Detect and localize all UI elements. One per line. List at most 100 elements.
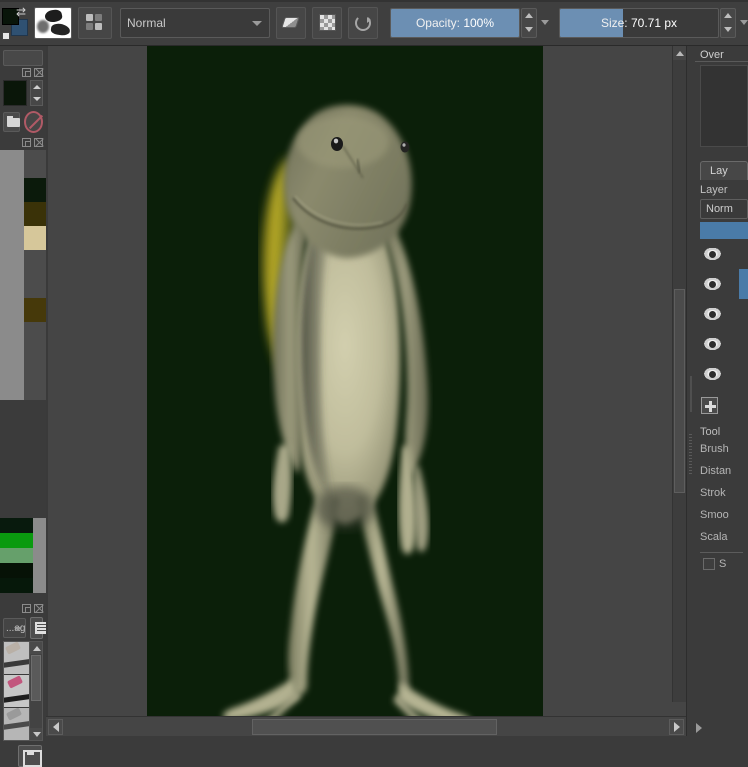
close-brush-presets-icon[interactable]	[34, 603, 43, 613]
scroll-up-icon[interactable]	[673, 46, 687, 60]
layer-blend-mode-value: Norm	[706, 203, 733, 215]
canvas-area[interactable]	[46, 46, 687, 736]
palette-swatch[interactable]	[24, 226, 46, 250]
visibility-eye-icon[interactable]	[703, 307, 722, 321]
opacity-slider[interactable]: Opacity: 100%	[390, 7, 520, 38]
pattern-chooser-button[interactable]	[78, 6, 112, 39]
reset-colors-icon[interactable]	[2, 31, 10, 40]
layer-row[interactable]	[695, 269, 748, 299]
scroll-left-icon[interactable]	[48, 719, 63, 735]
checkerboard-icon	[318, 14, 336, 31]
palette-swatch[interactable]	[24, 298, 46, 322]
opacity-value: 100%	[463, 15, 495, 30]
current-color-row	[0, 78, 46, 108]
size-options-chevron-icon[interactable]	[740, 20, 748, 25]
tool-option-row[interactable]: Smoo	[695, 504, 748, 526]
vertical-scrollbar-thumb[interactable]	[674, 289, 685, 493]
artboard[interactable]	[147, 46, 543, 717]
blending-mode-dropdown[interactable]: Normal	[120, 7, 270, 38]
dock-expand-icon[interactable]	[696, 723, 702, 733]
right-dock-splitter[interactable]	[687, 46, 695, 736]
chevron-down-icon	[14, 627, 23, 631]
list-view-icon[interactable]	[30, 617, 48, 639]
brush-preset-preview[interactable]	[34, 6, 72, 39]
scrollbar-thumb[interactable]	[31, 655, 41, 701]
tool-options-title: Tool	[700, 426, 721, 438]
close-palette-icon[interactable]	[34, 137, 43, 147]
brush-presets-toolbar: ...ag	[0, 614, 48, 641]
layer-row[interactable]	[695, 299, 748, 329]
swap-colors-icon[interactable]: ⇄	[16, 6, 29, 19]
brush-list-scrollbar[interactable]	[29, 642, 42, 740]
opacity-stepper[interactable]	[521, 7, 537, 38]
size-stepper[interactable]	[720, 7, 736, 38]
color-actions-row	[0, 108, 46, 136]
palette-docker[interactable]	[0, 150, 46, 400]
layer-opacity-bar[interactable]	[700, 222, 748, 239]
visibility-eye-icon[interactable]	[703, 277, 722, 291]
tool-option-row[interactable]: Brush	[695, 438, 748, 460]
palette-docker-greens[interactable]	[0, 518, 46, 593]
scroll-right-icon[interactable]	[669, 719, 684, 735]
opacity-options-chevron-icon[interactable]	[541, 20, 549, 25]
tool-option-row[interactable]: Distan	[695, 460, 748, 482]
add-layer-icon[interactable]	[701, 397, 718, 414]
palette-swatch-green[interactable]	[0, 533, 33, 548]
float-panel-icon[interactable]	[22, 67, 31, 77]
scroll-down-icon[interactable]	[30, 728, 42, 740]
canvas-left-edge	[46, 46, 48, 736]
tool-option-row[interactable]: Strok	[695, 482, 748, 504]
brush-stroke-dark-2	[50, 22, 71, 36]
brush-presets-dock: ...ag	[0, 602, 48, 767]
layer-blend-mode-dropdown[interactable]: Norm	[700, 199, 748, 219]
palette-swatch-green[interactable]	[0, 518, 33, 533]
tab-layers[interactable]: Lay	[700, 161, 748, 180]
layer-row[interactable]	[695, 329, 748, 359]
brush-stroke-soft	[37, 19, 49, 33]
brush-tip-preview	[5, 708, 23, 721]
brush-preset-list[interactable]	[3, 641, 43, 741]
brush-toolbar: ⇄ Normal Opacity: 100% Size: 70.71 px	[0, 0, 748, 46]
tool-options-panel: Tool Brush Distan Strok Smoo Scala S	[695, 426, 748, 570]
visibility-eye-icon[interactable]	[703, 367, 722, 381]
tab-overview[interactable]: Over	[695, 46, 748, 62]
float-brush-presets-icon[interactable]	[22, 603, 31, 613]
canvas-vertical-scrollbar[interactable]	[672, 46, 687, 716]
palette-swatch[interactable]	[24, 178, 46, 202]
palette-swatch-green[interactable]	[0, 578, 33, 593]
visibility-eye-icon[interactable]	[703, 247, 722, 261]
float-palette-icon[interactable]	[22, 137, 31, 147]
brush-tag-dropdown[interactable]: ...ag	[3, 618, 27, 638]
tool-option-checkbox-row[interactable]: S	[695, 553, 748, 570]
horizontal-scrollbar-thumb[interactable]	[252, 719, 497, 735]
size-slider-label: Size: 70.71 px	[560, 16, 718, 30]
canvas-horizontal-scrollbar[interactable]	[46, 716, 686, 736]
palette-swatch-green[interactable]	[0, 548, 33, 563]
tool-option-row[interactable]: Scala	[695, 526, 748, 548]
no-color-icon[interactable]	[24, 111, 43, 133]
eraser-toggle-button[interactable]	[276, 6, 306, 39]
palette-swatch-green[interactable]	[0, 563, 33, 578]
reload-preset-button[interactable]	[348, 6, 378, 39]
layer-row[interactable]	[695, 239, 748, 269]
blending-mode-value: Normal	[127, 15, 166, 30]
save-preset-icon[interactable]	[18, 745, 42, 767]
layer-row[interactable]	[695, 359, 748, 389]
current-color-swatch[interactable]	[3, 80, 27, 106]
foreground-background-color-widget[interactable]: ⇄	[2, 6, 29, 40]
checkbox-icon[interactable]	[703, 558, 715, 570]
size-slider[interactable]: Size: 70.71 px	[559, 7, 719, 38]
left-dock: ...ag	[0, 46, 48, 767]
scroll-up-icon[interactable]	[30, 642, 42, 654]
overview-thumbnail[interactable]	[700, 65, 748, 147]
visibility-eye-icon[interactable]	[703, 337, 722, 351]
palette-swatch[interactable]	[24, 202, 46, 226]
palette-docker-header	[0, 136, 46, 148]
dock-resize-grip[interactable]	[689, 434, 692, 474]
preserve-alpha-button[interactable]	[312, 6, 342, 39]
open-palette-icon[interactable]	[3, 112, 20, 132]
color-stepper[interactable]	[30, 80, 43, 106]
close-panel-icon[interactable]	[34, 67, 43, 77]
dock-gap	[695, 147, 748, 161]
color-search-field[interactable]	[3, 50, 43, 66]
